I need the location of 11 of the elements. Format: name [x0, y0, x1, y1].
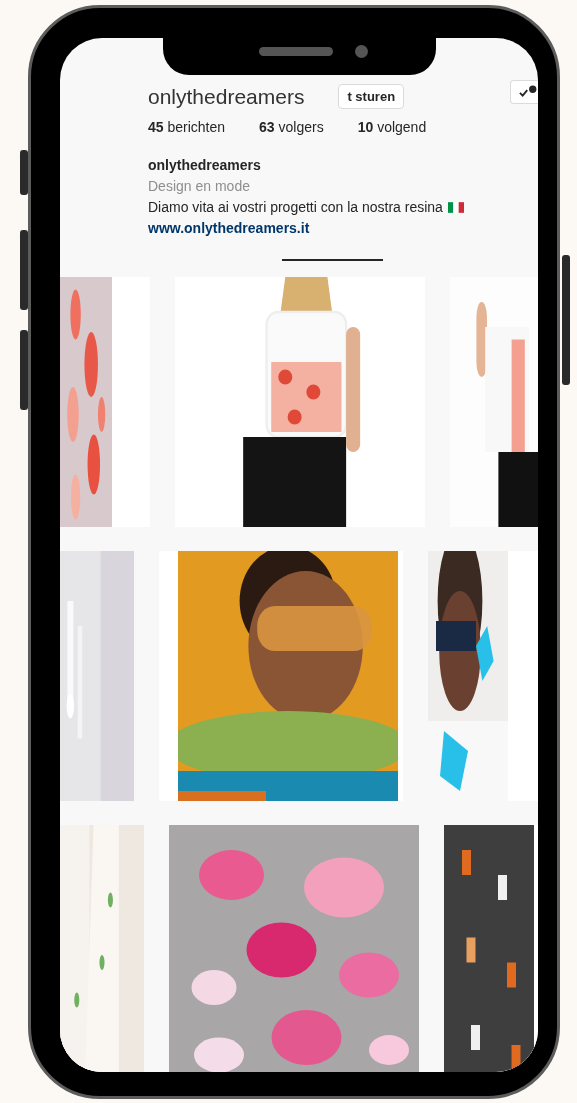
- stat-count[interactable]: 10 volgend: [357, 119, 427, 135]
- stat-count[interactable]: 63 volgers: [259, 119, 324, 135]
- profile-username: onlythedreamers: [148, 84, 305, 109]
- follow-check-icon[interactable]: [510, 80, 538, 104]
- bio-text: Diamo vita ai vostri progetti con la nostra resina: [148, 198, 443, 217]
- stat-count[interactable]: 45 berichten: [148, 119, 226, 135]
- message-button[interactable]: t sturen: [338, 84, 405, 109]
- website-link[interactable]: www.onlythedreamers.it: [148, 220, 310, 236]
- profile-category: Design en mode: [148, 177, 251, 196]
- italian-flag-icon: [447, 202, 464, 213]
- profile-name: onlythedreamers: [148, 156, 262, 175]
